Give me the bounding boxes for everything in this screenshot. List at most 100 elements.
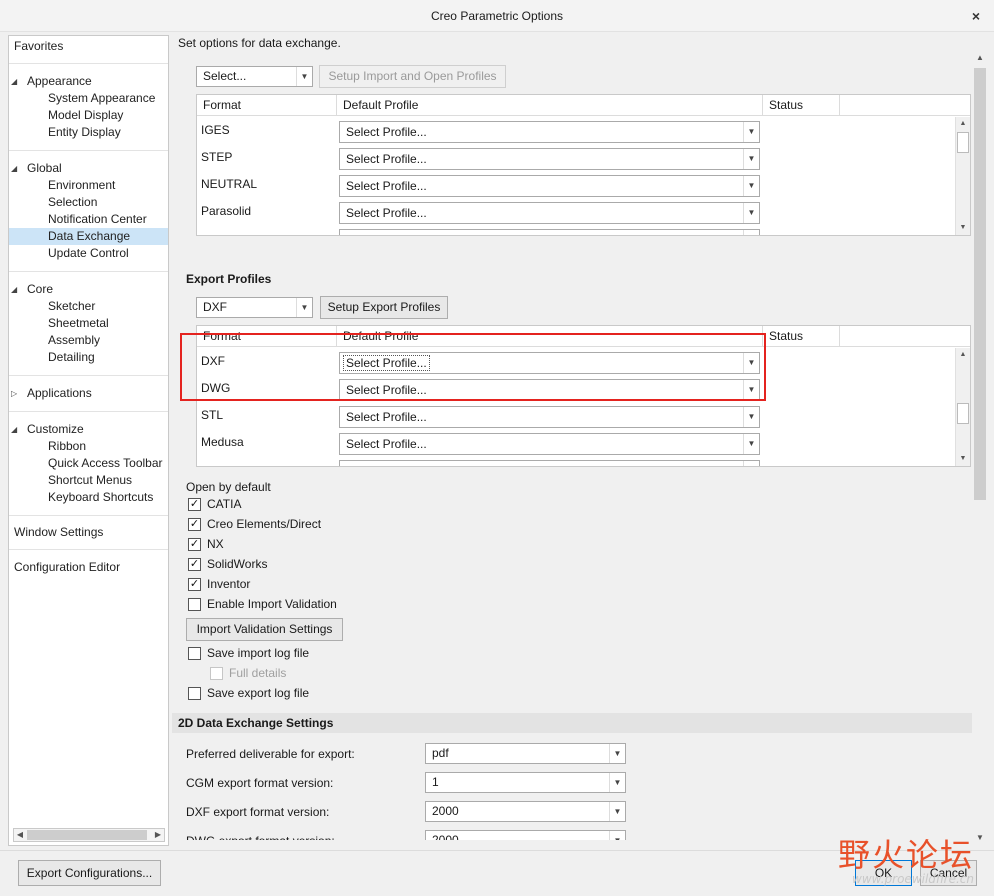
sidebar-item-keyboard-shortcuts[interactable]: Keyboard Shortcuts [9, 489, 168, 506]
profile-select-step[interactable]: Select Profile... ▼ [339, 148, 760, 170]
select-cgm-export-version[interactable]: 1 ▼ [425, 772, 626, 793]
sidebar-item-entity-display[interactable]: Entity Display [9, 124, 168, 141]
chevron-down-icon[interactable]: ▼ [743, 230, 759, 235]
sidebar-item-system-appearance[interactable]: System Appearance [9, 90, 168, 107]
chevron-down-icon[interactable]: ▼ [609, 831, 625, 840]
chevron-down-icon[interactable]: ◢ [11, 281, 17, 298]
setup-export-profiles-button[interactable]: Setup Export Profiles [320, 296, 448, 319]
scroll-right-icon[interactable]: ▶ [152, 829, 164, 841]
profile-select-neutral[interactable]: Select Profile... ▼ [339, 175, 760, 197]
chevron-down-icon[interactable]: ◢ [11, 421, 17, 438]
column-header-default-profile[interactable]: Default Profile [337, 95, 763, 116]
setup-import-profiles-button[interactable]: Setup Import and Open Profiles [319, 65, 506, 88]
sidebar-group-customize[interactable]: ◢ Customize [11, 421, 84, 438]
sidebar-item-quick-access-toolbar[interactable]: Quick Access Toolbar [9, 455, 168, 472]
chevron-down-icon[interactable]: ▼ [743, 203, 759, 223]
checkbox-solidworks[interactable]: ✓ [188, 558, 201, 571]
chevron-down-icon[interactable]: ◢ [11, 73, 17, 90]
sidebar-group-appearance[interactable]: ◢ Appearance [11, 73, 92, 90]
profile-select-parasolid[interactable]: Select Profile... ▼ [339, 202, 760, 224]
checkbox-full-details[interactable] [210, 667, 223, 680]
window-title: Creo Parametric Options [430, 9, 564, 23]
chevron-down-icon[interactable]: ▼ [296, 298, 312, 317]
sidebar-group-applications[interactable]: ▷ Applications [11, 385, 92, 402]
scroll-left-icon[interactable]: ◀ [14, 829, 26, 841]
sidebar-item-assembly[interactable]: Assembly [9, 332, 168, 349]
chevron-down-icon[interactable]: ▼ [743, 407, 759, 427]
chevron-right-icon[interactable]: ▷ [11, 385, 17, 402]
scroll-down-icon[interactable]: ▼ [956, 452, 970, 466]
sidebar-item-notification-center[interactable]: Notification Center [9, 211, 168, 228]
profile-select-iges[interactable]: Select Profile... ▼ [339, 121, 760, 143]
checkbox-inventor[interactable]: ✓ [188, 578, 201, 591]
chevron-down-icon[interactable]: ▼ [743, 434, 759, 454]
sidebar-item-environment[interactable]: Environment [9, 177, 168, 194]
chevron-down-icon[interactable]: ◢ [11, 160, 17, 177]
checkbox-save-import-log[interactable] [188, 647, 201, 660]
sidebar-item-configuration-editor[interactable]: Configuration Editor [14, 559, 120, 576]
chevron-down-icon[interactable]: ▼ [609, 802, 625, 821]
select-dwg-export-version[interactable]: 2000▼ [425, 830, 626, 840]
sidebar-item-sheetmetal[interactable]: Sheetmetal [9, 315, 168, 332]
chevron-down-icon[interactable]: ▼ [743, 149, 759, 169]
profile-select-medusa[interactable]: Select Profile... ▼ [339, 433, 760, 455]
sidebar-item-model-display[interactable]: Model Display [9, 107, 168, 124]
sidebar-item-shortcut-menus[interactable]: Shortcut Menus [9, 472, 168, 489]
close-icon[interactable]: × [968, 0, 984, 32]
chevron-down-icon[interactable]: ▼ [743, 176, 759, 196]
divider [9, 375, 168, 376]
column-header-status[interactable]: Status [763, 95, 840, 116]
scroll-down-icon[interactable]: ▼ [972, 830, 988, 846]
select-preferred-deliverable[interactable]: pdf ▼ [425, 743, 626, 764]
export-configurations-button[interactable]: Export Configurations... [18, 860, 161, 886]
sidebar-horizontal-scrollbar[interactable]: ◀ ▶ [13, 828, 165, 842]
column-header-format[interactable]: Format [197, 95, 337, 116]
profile-select-partial[interactable]: ▼ [339, 460, 760, 466]
main-scrollbar[interactable]: ▲ ▼ [972, 50, 988, 846]
chevron-down-icon[interactable]: ▼ [743, 122, 759, 142]
scrollbar-thumb[interactable] [957, 403, 969, 424]
sidebar-item-data-exchange[interactable]: Data Exchange [9, 228, 168, 245]
scroll-up-icon[interactable]: ▲ [972, 50, 988, 66]
section-header-2d-data-exchange: 2D Data Exchange Settings [172, 713, 972, 733]
import-validation-settings-button[interactable]: Import Validation Settings [186, 618, 343, 641]
sidebar-item-sketcher[interactable]: Sketcher [9, 298, 168, 315]
checkbox-label-solidworks: SolidWorks [207, 557, 268, 571]
scroll-down-icon[interactable]: ▼ [956, 221, 970, 235]
profile-select-partial[interactable]: ▼ [339, 229, 760, 235]
divider [9, 515, 168, 516]
profile-select-stl[interactable]: Select Profile... ▼ [339, 406, 760, 428]
sidebar-item-update-control[interactable]: Update Control [9, 245, 168, 262]
chevron-down-icon[interactable]: ▼ [609, 744, 625, 763]
scrollbar-thumb[interactable] [957, 132, 969, 153]
chevron-down-icon[interactable]: ▼ [609, 773, 625, 792]
checkbox-enable-import-validation[interactable] [188, 598, 201, 611]
sidebar-group-global[interactable]: ◢ Global [11, 160, 62, 177]
sidebar-item-window-settings[interactable]: Window Settings [14, 524, 103, 541]
sidebar-item-favorites[interactable]: Favorites [14, 38, 63, 55]
checkbox-catia[interactable]: ✓ [188, 498, 201, 511]
chevron-down-icon[interactable]: ▼ [743, 461, 759, 466]
sidebar-item-detailing[interactable]: Detailing [9, 349, 168, 366]
import-table-scrollbar[interactable]: ▲ ▼ [955, 117, 970, 235]
checkbox-creo-elements-direct[interactable]: ✓ [188, 518, 201, 531]
scrollbar-thumb[interactable] [974, 68, 986, 500]
scrollbar-thumb[interactable] [27, 830, 147, 840]
import-format-select[interactable]: Select... ▼ [196, 66, 313, 87]
chevron-down-icon[interactable]: ▼ [296, 67, 312, 86]
sidebar-item-ribbon[interactable]: Ribbon [9, 438, 168, 455]
open-by-default-title: Open by default [186, 480, 271, 494]
checkbox-save-export-log[interactable] [188, 687, 201, 700]
checkbox-label-save-import-log: Save import log file [207, 646, 310, 660]
export-format-select[interactable]: DXF ▼ [196, 297, 313, 318]
select-dxf-export-version[interactable]: 2000 ▼ [425, 801, 626, 822]
export-table-scrollbar[interactable]: ▲ ▼ [955, 348, 970, 466]
label-dxf-export-version: DXF export format version: [186, 805, 330, 819]
column-header-status[interactable]: Status [763, 326, 840, 347]
sidebar-group-core[interactable]: ◢ Core [11, 281, 53, 298]
checkbox-nx[interactable]: ✓ [188, 538, 201, 551]
checkbox-label-catia: CATIA [207, 497, 242, 511]
scroll-up-icon[interactable]: ▲ [956, 348, 970, 362]
sidebar-item-selection[interactable]: Selection [9, 194, 168, 211]
scroll-up-icon[interactable]: ▲ [956, 117, 970, 131]
